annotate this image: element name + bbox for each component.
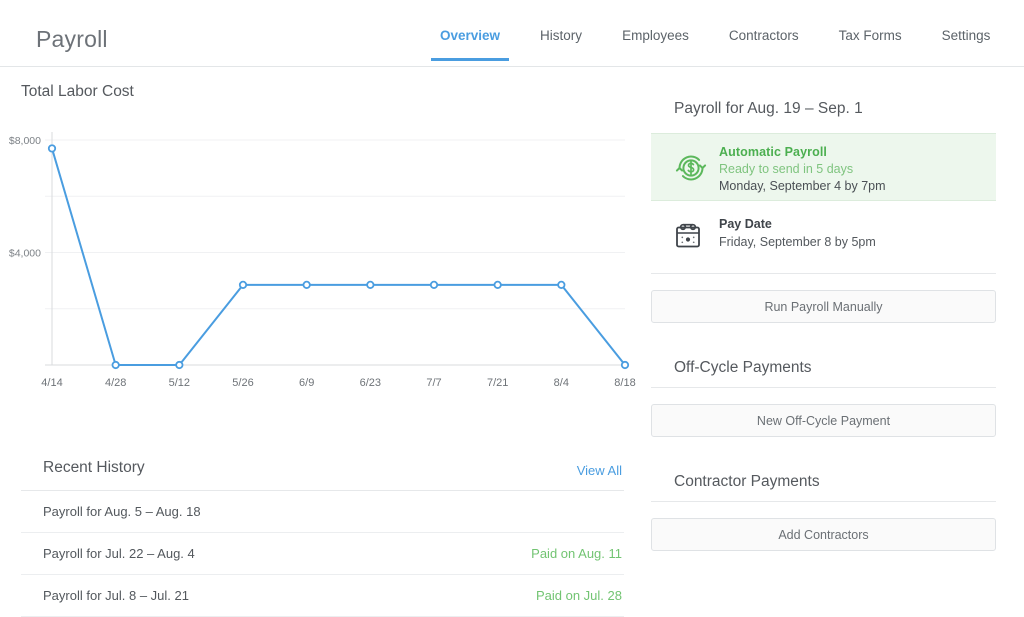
history-row-label: Payroll for Aug. 5 – Aug. 18 bbox=[43, 504, 201, 519]
tab-history[interactable]: History bbox=[540, 28, 582, 61]
tab-tax-forms[interactable]: Tax Forms bbox=[839, 28, 902, 61]
pay-date-value: Friday, September 8 by 5pm bbox=[719, 235, 876, 249]
table-row[interactable]: Payroll for Aug. 5 – Aug. 18 bbox=[21, 491, 624, 533]
tab-contractors[interactable]: Contractors bbox=[729, 28, 799, 61]
x-axis-tick-label: 8/4 bbox=[554, 377, 569, 389]
data-point bbox=[622, 362, 628, 368]
x-axis-tick-label: 5/12 bbox=[169, 377, 190, 389]
recent-history-title: Recent History bbox=[43, 459, 145, 477]
data-point bbox=[240, 282, 246, 288]
run-payroll-manually-button[interactable]: Run Payroll Manually bbox=[651, 290, 996, 323]
off-cycle-payments-heading: Off-Cycle Payments bbox=[674, 359, 812, 377]
tab-overview[interactable]: Overview bbox=[440, 28, 500, 61]
labor-cost-line-chart: $4,000 $8,000 4/14 4/28 5/12 5/26 6/9 6/23 7/7 7/… bbox=[0, 107, 645, 432]
data-point bbox=[494, 282, 500, 288]
pay-date-text: Pay Date Friday, September 8 by 5pm bbox=[719, 217, 876, 249]
x-axis-tick-label: 7/21 bbox=[487, 377, 508, 389]
automatic-payroll-title: Automatic Payroll bbox=[719, 145, 886, 159]
calendar-icon bbox=[673, 221, 703, 251]
y-axis-tick-label: $8,000 bbox=[9, 135, 41, 147]
table-row[interactable]: Payroll for Jul. 8 – Jul. 21 Paid on Jul… bbox=[21, 575, 624, 617]
divider bbox=[651, 273, 996, 274]
data-point bbox=[49, 145, 55, 151]
data-point bbox=[367, 282, 373, 288]
recent-history-header: Recent History View All bbox=[21, 449, 624, 491]
automatic-payroll-card: Automatic Payroll Ready to send in 5 day… bbox=[651, 133, 996, 201]
total-labor-cost-chart: $4,000 $8,000 4/14 4/28 5/12 5/26 6/9 6/23 7/7 7/… bbox=[0, 107, 645, 432]
right-column: Payroll for Aug. 19 – Sep. 1 Automatic P… bbox=[651, 67, 1024, 586]
tab-settings[interactable]: Settings bbox=[942, 28, 991, 61]
data-point bbox=[112, 362, 118, 368]
history-row-label: Payroll for Jul. 8 – Jul. 21 bbox=[43, 588, 189, 603]
add-contractors-button[interactable]: Add Contractors bbox=[651, 518, 996, 551]
x-axis-tick-label: 4/14 bbox=[41, 377, 62, 389]
x-axis-tick-label: 8/18 bbox=[614, 377, 635, 389]
recent-history-section: Recent History View All Payroll for Aug.… bbox=[21, 449, 624, 617]
history-row-label: Payroll for Jul. 22 – Aug. 4 bbox=[43, 546, 195, 561]
history-row-status: Paid on Jul. 28 bbox=[536, 588, 622, 603]
recurring-dollar-icon bbox=[673, 150, 709, 186]
chart-title: Total Labor Cost bbox=[21, 83, 134, 101]
data-point bbox=[558, 282, 564, 288]
page-title: Payroll bbox=[36, 26, 108, 53]
tab-employees[interactable]: Employees bbox=[622, 28, 689, 61]
pay-date-block: Pay Date Friday, September 8 by 5pm bbox=[651, 215, 996, 271]
pay-date-title: Pay Date bbox=[719, 217, 876, 231]
automatic-payroll-text: Automatic Payroll Ready to send in 5 day… bbox=[719, 145, 886, 193]
divider bbox=[651, 387, 996, 388]
x-axis-tick-label: 6/9 bbox=[299, 377, 314, 389]
x-axis-tick-label: 5/26 bbox=[232, 377, 253, 389]
new-off-cycle-payment-button[interactable]: New Off-Cycle Payment bbox=[651, 404, 996, 437]
data-point bbox=[176, 362, 182, 368]
divider bbox=[651, 501, 996, 502]
y-axis-tick-label: $4,000 bbox=[9, 248, 41, 260]
app-header: Payroll Overview History Employees Contr… bbox=[0, 0, 1024, 67]
left-column: Total Labor Cost $4,000 $8,000 4/14 4/28 5/1… bbox=[0, 67, 645, 586]
x-axis-tick-label: 7/7 bbox=[426, 377, 441, 389]
table-row[interactable]: Payroll for Jul. 22 – Aug. 4 Paid on Aug… bbox=[21, 533, 624, 575]
automatic-payroll-subtitle: Ready to send in 5 days bbox=[719, 162, 886, 176]
payroll-period-title: Payroll for Aug. 19 – Sep. 1 bbox=[674, 100, 863, 118]
x-axis-tick-label: 4/28 bbox=[105, 377, 126, 389]
main-tab-nav: Overview History Employees Contractors T… bbox=[440, 28, 990, 61]
data-point bbox=[303, 282, 309, 288]
automatic-payroll-date: Monday, September 4 by 7pm bbox=[719, 179, 886, 193]
data-point bbox=[431, 282, 437, 288]
history-row-status: Paid on Aug. 11 bbox=[531, 546, 622, 561]
x-axis-tick-label: 6/23 bbox=[360, 377, 381, 389]
contractor-payments-heading: Contractor Payments bbox=[674, 473, 820, 491]
data-line bbox=[52, 148, 625, 365]
view-all-link[interactable]: View All bbox=[577, 463, 622, 478]
